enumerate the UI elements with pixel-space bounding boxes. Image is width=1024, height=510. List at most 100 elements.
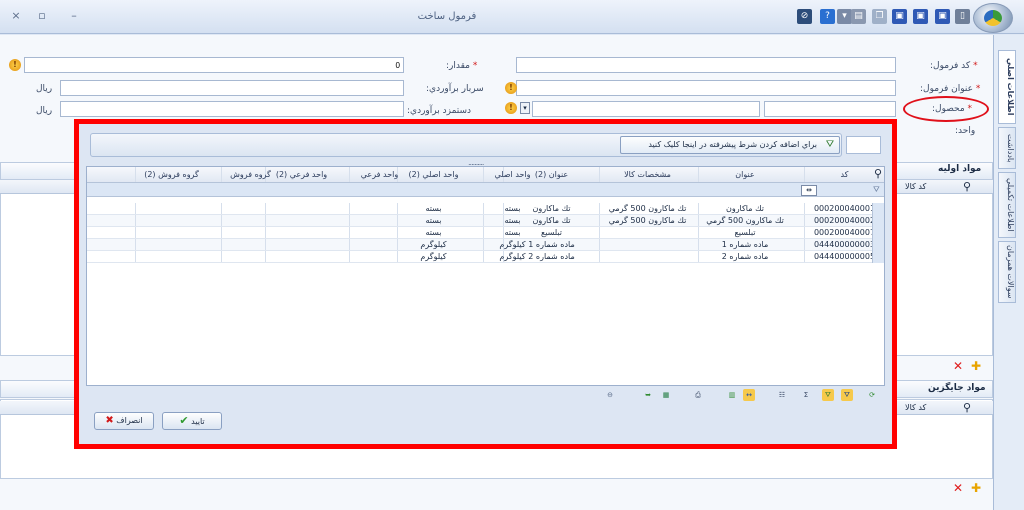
copy-icon[interactable]: ❐	[872, 9, 887, 24]
table-cell	[135, 215, 207, 226]
table-cell	[349, 203, 409, 214]
tab-main-info[interactable]: اطلاعات اصلي	[998, 50, 1016, 124]
table-cell	[599, 227, 695, 238]
column-header[interactable]: واحد اصلي	[483, 167, 541, 182]
lookup-grid: کد عنوان مشخصات کالا عنوان (2) واحد اصلي واحد…	[86, 166, 885, 386]
dialog-toolbar: ⟳ ⛛ ⛛ Σ ☷ ↔ ▥ ⎙ ▦ ➥ ⊖	[86, 388, 885, 404]
primary-add-icon[interactable]: ✚	[970, 360, 982, 372]
substitute-code-column[interactable]: کد کالا	[905, 403, 926, 412]
table-cell	[599, 239, 695, 250]
column-header[interactable]: مشخصات کالا	[599, 167, 695, 182]
print-icon[interactable]: ▤	[851, 9, 866, 24]
print-grid-icon[interactable]: ⎙	[692, 389, 704, 401]
formula-code-label: * کد فرمول:	[930, 61, 978, 71]
help-icon[interactable]: ?	[820, 9, 835, 24]
wage-input[interactable]	[60, 101, 404, 117]
formula-title-input[interactable]	[516, 80, 896, 96]
table-cell: تبلسيع	[698, 227, 791, 238]
table-row[interactable]: 000200040001 تك ماكارون تك ماكارون 500 گرم…	[87, 203, 884, 215]
advanced-filter-button[interactable]: براي اضافه کردن شرط پيشرفته در اينجا کلي…	[620, 136, 840, 154]
table-cell	[221, 203, 279, 214]
x-icon: ✖	[105, 415, 114, 426]
tab-notes[interactable]: بادداشت	[998, 127, 1016, 169]
table-row[interactable]: 000200040002 تك ماكارون 500 گرمي تك ماكارو…	[87, 215, 884, 227]
dialog-side-box[interactable]	[846, 136, 881, 154]
restore-button[interactable]: ▫	[34, 8, 50, 24]
sum-icon[interactable]: Σ	[800, 389, 812, 401]
primary-delete-icon[interactable]: ✕	[952, 360, 964, 372]
record-icon[interactable]: ⊖	[604, 389, 616, 401]
table-cell	[135, 203, 207, 214]
filter-icon[interactable]: ⛛	[841, 389, 853, 401]
export-icon[interactable]: ➥	[642, 389, 654, 401]
substitute-search-icon[interactable]: ⚲	[955, 401, 979, 415]
confirm-button[interactable]: ✔ تاييد	[162, 412, 222, 430]
wage-currency: ريال	[36, 106, 53, 116]
product-warning-icon: !	[505, 102, 517, 114]
save-close-icon[interactable]: ▣	[892, 9, 907, 24]
table-cell: تك ماكارون 500 گرمي	[698, 215, 791, 226]
quantity-input[interactable]	[24, 57, 404, 73]
column-header[interactable]: واحد فرعي	[349, 167, 409, 182]
table-cell	[135, 239, 207, 250]
table-cell: تك ماكارون 500 گرمي	[599, 215, 695, 226]
lookup-filter-row[interactable]	[87, 183, 884, 197]
substitute-materials-title[interactable]: مواد جايگزين	[928, 383, 986, 393]
table-cell: ماده شماره 1	[698, 239, 791, 250]
primary-materials-title[interactable]: مواد اوليه	[938, 164, 981, 174]
substitute-add-icon[interactable]: ✚	[970, 482, 982, 494]
table-cell: كيلوگرم	[483, 251, 541, 262]
table-cell	[349, 215, 409, 226]
primary-search-icon[interactable]: ⚲	[955, 180, 979, 194]
cancel-button[interactable]: ✖ انصراف	[94, 412, 154, 430]
filter-active-icon[interactable]: ⛛	[822, 389, 834, 401]
column-header[interactable]: گروه فروش	[221, 167, 279, 182]
table-cell: بسته	[483, 203, 541, 214]
product-name-input[interactable]	[532, 101, 760, 117]
more-icon[interactable]: ▾	[837, 9, 852, 24]
filter-operator-button[interactable]: ⇹	[801, 185, 817, 196]
unit-label: واحد:	[955, 126, 976, 136]
table-row[interactable]: 044400000003 ماده شماره 1 ماده شماره 1 كيلو…	[87, 239, 884, 251]
columns-icon[interactable]: ▥	[726, 389, 738, 401]
new-icon[interactable]: ▯	[955, 9, 970, 24]
row-selector-strip[interactable]	[872, 203, 884, 263]
overhead-input[interactable]	[60, 80, 404, 96]
minimize-button[interactable]: –	[66, 8, 82, 24]
primary-code-column[interactable]: کد کالا	[905, 182, 926, 191]
product-code-input[interactable]	[764, 101, 896, 117]
about-icon[interactable]: ⊘	[797, 9, 812, 24]
grid-search-icon[interactable]: ⚲	[871, 167, 885, 183]
close-button[interactable]: ×	[8, 8, 24, 24]
save-new-icon[interactable]: ▣	[913, 9, 928, 24]
tab-extra-info[interactable]: اطلاعات تکميلي	[998, 172, 1016, 238]
substitute-delete-icon[interactable]: ✕	[952, 482, 964, 494]
product-label: * محصول:	[932, 104, 973, 114]
refresh-icon[interactable]: ⟳	[866, 389, 878, 401]
group-icon[interactable]: ☷	[776, 389, 788, 401]
column-header[interactable]: عنوان	[698, 167, 791, 182]
formula-code-input[interactable]	[516, 57, 896, 73]
table-row[interactable]: 000200040007 تبلسيع تبلسيع بسته بسته	[87, 227, 884, 239]
tab-questions[interactable]: سوالات همزمان	[998, 241, 1016, 303]
title-bar	[0, 0, 1024, 34]
excel-export-icon[interactable]: ▦	[660, 389, 672, 401]
table-cell	[135, 251, 207, 262]
check-icon: ✔	[179, 414, 189, 427]
wage-label: دستمزد برآوردي:	[407, 106, 472, 116]
formula-title-label: * عنوان فرمول:	[920, 84, 981, 94]
fit-columns-icon[interactable]: ↔	[743, 389, 755, 401]
save-icon[interactable]: ▣	[935, 9, 950, 24]
column-header[interactable]: گروه فروش (2)	[135, 167, 207, 182]
table-row[interactable]: 044400000005 ماده شماره 2 ماده شماره 2 كيلو…	[87, 251, 884, 263]
quantity-warning-icon: !	[9, 59, 21, 71]
table-cell: تك ماكارون 500 گرمي	[599, 203, 695, 214]
product-dropdown-button[interactable]: ▾	[520, 102, 530, 114]
overhead-currency: ريال	[36, 84, 53, 94]
table-cell	[599, 251, 695, 262]
table-cell: بسته	[483, 215, 541, 226]
quantity-label: * مقدار:	[446, 61, 478, 71]
filter-add-icon: ⛛	[825, 139, 835, 150]
table-cell: بسته	[483, 227, 541, 238]
overhead-label: سربار برآوردي:	[426, 84, 484, 94]
